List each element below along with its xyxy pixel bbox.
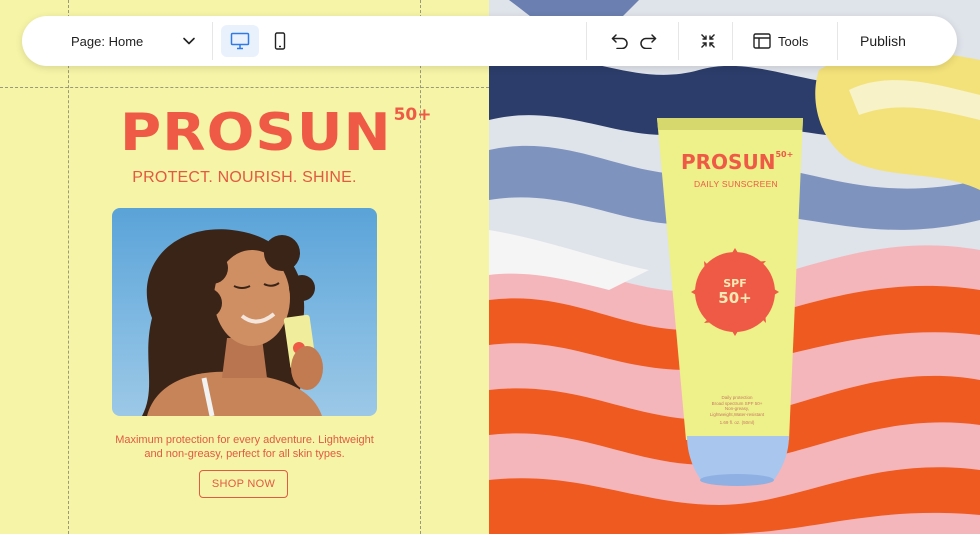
toolbar-divider <box>837 22 838 60</box>
shop-now-button[interactable]: SHOP NOW <box>199 470 288 498</box>
brand-name: PROSUN <box>120 103 392 163</box>
toolbar-divider <box>678 22 679 60</box>
tube-brand-superscript: 50+ <box>775 150 794 159</box>
fine-print-line: Lightweight,Water-resistant <box>709 411 765 417</box>
brand-logo[interactable]: PROSUN 50+ <box>120 103 431 163</box>
spf-badge: SPF 50+ <box>705 278 765 307</box>
sunscreen-on-towels-image <box>489 0 980 534</box>
mobile-icon <box>274 32 286 50</box>
tools-label: Tools <box>778 33 809 49</box>
collapse-view-button[interactable] <box>697 16 719 66</box>
desktop-icon <box>230 32 250 50</box>
tools-icon <box>753 33 771 49</box>
tube-fine-print: Daily protection Broad spectrum SPF 50+ … <box>689 395 785 426</box>
hero-photo[interactable] <box>112 208 377 416</box>
redo-icon <box>640 34 657 49</box>
undo-icon <box>611 34 628 49</box>
woman-with-sunscreen-image <box>142 229 323 416</box>
site-canvas-left: PROSUN 50+ PROTECT. NOURISH. SHINE. Maxi… <box>0 0 489 534</box>
chevron-down-icon[interactable] <box>182 16 196 66</box>
tube-brand-name: PROSUN <box>681 150 776 174</box>
collapse-icon <box>701 34 715 48</box>
publish-label: Publish <box>860 33 906 49</box>
layout-guide <box>420 0 421 534</box>
publish-button[interactable]: Publish <box>860 16 906 66</box>
spf-badge-line2: 50+ <box>718 289 752 307</box>
redo-button[interactable] <box>636 16 660 66</box>
page-selector[interactable]: Page: Home <box>71 16 143 66</box>
toolbar-divider <box>212 22 213 60</box>
toolbar-divider <box>586 22 587 60</box>
product-photo-panel[interactable]: PROSUN50+ DAILY SUNSCREEN SPF 50+ Daily … <box>489 0 980 534</box>
editor-toolbar: Page: Home Tools Publish <box>22 16 957 66</box>
brand-superscript: 50+ <box>393 105 432 125</box>
tagline[interactable]: PROTECT. NOURISH. SHINE. <box>112 169 377 187</box>
page-selector-label: Page: Home <box>71 33 144 49</box>
layout-guide <box>0 87 489 88</box>
tube-subtitle: DAILY SUNSCREEN <box>693 179 778 189</box>
layout-guide <box>68 0 69 534</box>
toolbar-divider <box>732 22 733 60</box>
tools-button[interactable]: Tools <box>753 16 808 66</box>
tube-brand: PROSUN50+ <box>681 150 794 174</box>
undo-button[interactable] <box>608 16 632 66</box>
desktop-view-button[interactable] <box>221 25 259 57</box>
product-description[interactable]: Maximum protection for every adventure. … <box>112 433 377 461</box>
mobile-view-button[interactable] <box>269 16 291 66</box>
fine-print-line: 1.69 fl. oz. (50ml) <box>719 420 755 425</box>
